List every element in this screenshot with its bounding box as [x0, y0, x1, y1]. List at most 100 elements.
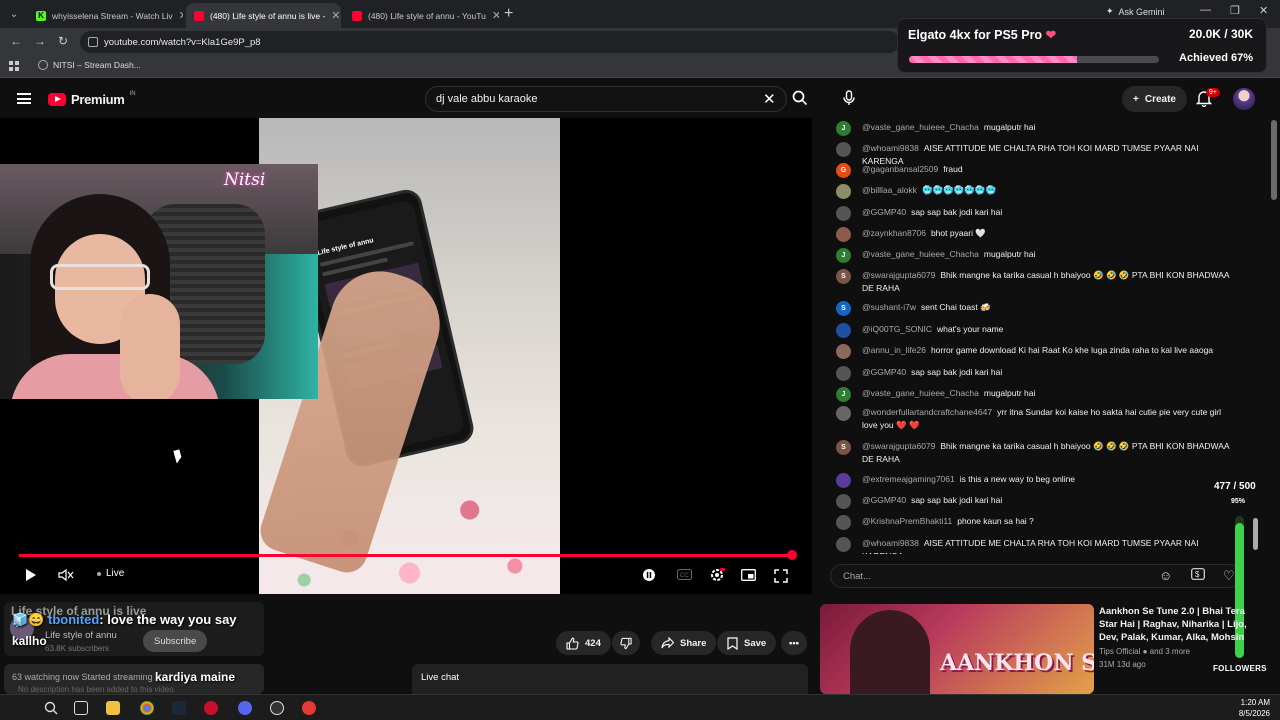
chat-username[interactable]: @vaste_gane_huieee_Chacha — [862, 122, 979, 132]
chat-username[interactable]: @GGMP40 — [862, 207, 906, 217]
url-field[interactable]: youtube.com/watch?v=Kla1Ge9P_p8 — [80, 31, 900, 53]
miniplayer-icon[interactable] — [741, 569, 756, 581]
chat-message[interactable]: @GGMP40 sap sap bak jodi kari hai — [836, 206, 1234, 221]
settings-gear-icon[interactable] — [709, 567, 725, 583]
chat-input[interactable]: Chat... — [830, 564, 1242, 588]
file-explorer-icon[interactable] — [106, 701, 120, 715]
chat-message[interactable]: S @swarajgupta6079 Bhik mangne ka tarika c… — [836, 440, 1234, 466]
microphone-icon[interactable] — [839, 88, 859, 108]
recommended-channel[interactable]: Tips Official ● and 3 more — [1099, 647, 1190, 656]
chat-avatar[interactable] — [836, 406, 851, 421]
reload-icon[interactable]: ↻ — [58, 34, 68, 48]
share-button[interactable]: Share — [651, 631, 717, 655]
search-input[interactable]: dj vale abbu karaoke — [425, 86, 787, 112]
close-tab-icon[interactable]: ✕ — [325, 9, 340, 22]
search-icon[interactable] — [44, 701, 58, 715]
like-button[interactable]: 424 — [556, 631, 611, 655]
chat-username[interactable]: @vaste_gane_huieee_Chacha — [862, 249, 979, 259]
chat-scroll-thumb[interactable] — [1253, 518, 1258, 550]
video-player[interactable]: Life style of annu Nitsi Live CC — [0, 118, 812, 594]
tab-search-button[interactable]: ⌄ — [4, 4, 24, 24]
chat-username[interactable]: @vaste_gane_huieee_Chacha — [862, 388, 979, 398]
channel-name[interactable]: Life style of annu — [45, 630, 117, 641]
save-button[interactable]: Save — [717, 631, 777, 655]
apps-grid-icon[interactable] — [9, 61, 19, 71]
subscribe-button[interactable]: Subscribe — [143, 630, 208, 652]
live-indicator[interactable]: Live — [97, 568, 124, 579]
chat-avatar[interactable] — [836, 227, 851, 242]
site-info-icon[interactable] — [88, 37, 98, 47]
tab-youtube-live[interactable]: (480) Life style of annu is live - ✕ — [186, 3, 341, 28]
chat-username[interactable]: @gaganbansal2509 — [862, 164, 938, 174]
chat-message-list[interactable]: J @vaste_gane_huieee_Chacha mugalputr hai @… — [820, 118, 1240, 554]
chat-username[interactable]: @zaynkhan8706 — [862, 228, 926, 238]
chat-message[interactable]: @wonderfullartandcraftchane4647 yrr itna … — [836, 406, 1234, 432]
dislike-button[interactable] — [612, 631, 640, 655]
tab-youtube-channel[interactable]: (480) Life style of annu - YouTu ✕ — [344, 3, 499, 28]
task-view-icon[interactable] — [74, 701, 88, 715]
chat-message[interactable]: @annu_in_life26 horror game download Ki h… — [836, 344, 1234, 359]
restore-icon[interactable]: ❐ — [1230, 4, 1240, 17]
chat-avatar[interactable] — [836, 323, 851, 338]
captions-icon[interactable]: CC — [677, 569, 692, 580]
minimize-icon[interactable]: — — [1200, 4, 1211, 16]
page-scrollbar[interactable] — [1271, 100, 1277, 690]
chat-message[interactable]: J @vaste_gane_huieee_Chacha mugalputr hai — [836, 121, 1234, 136]
chat-username[interactable]: @annu_in_life26 — [862, 345, 926, 355]
chat-username[interactable]: @KrishnaPremBhakti11 — [862, 516, 952, 526]
chat-message[interactable]: @GGMP40 sap sap bak jodi kari hai — [836, 366, 1234, 381]
youtube-logo[interactable]: Premium IN — [48, 91, 136, 107]
close-tab-icon[interactable]: ✕ — [173, 9, 183, 22]
clear-search-icon[interactable]: ✕ — [763, 90, 776, 108]
chat-avatar[interactable]: G — [836, 163, 851, 178]
back-icon[interactable]: ← — [10, 34, 22, 48]
heart-reaction-icon[interactable]: ♡ — [1223, 568, 1235, 584]
opera-icon[interactable] — [204, 701, 218, 715]
chat-avatar[interactable]: J — [836, 248, 851, 263]
chat-message[interactable]: S @swarajgupta6079 Bhik mangne ka tarika c… — [836, 269, 1234, 295]
chat-username[interactable]: @wonderfullartandcraftchane4647 — [862, 407, 992, 417]
chat-avatar[interactable] — [836, 184, 851, 199]
chat-username[interactable]: @swarajgupta6079 — [862, 270, 935, 280]
chat-avatar[interactable] — [836, 142, 851, 157]
chat-avatar[interactable]: J — [836, 121, 851, 136]
close-window-icon[interactable]: ✕ — [1259, 4, 1268, 17]
emoji-icon[interactable]: ☺ — [1159, 568, 1172, 583]
chat-message[interactable]: G @gaganbansal2509 fraud — [836, 163, 1234, 178]
chat-avatar[interactable]: S — [836, 301, 851, 316]
search-icon[interactable] — [792, 90, 808, 106]
mute-button[interactable] — [58, 568, 74, 582]
chat-avatar[interactable] — [836, 344, 851, 359]
steam-icon[interactable] — [172, 701, 186, 715]
page-scroll-thumb[interactable] — [1271, 120, 1277, 200]
chat-username[interactable]: @sushant-i7w — [862, 302, 916, 312]
create-button[interactable]: + Create — [1122, 86, 1187, 112]
chat-message[interactable]: @KrishnaPremBhakti11 phone kaun sa hai ? — [836, 515, 1234, 530]
chat-avatar[interactable]: J — [836, 387, 851, 402]
super-chat-icon[interactable]: $ — [1191, 568, 1205, 583]
account-avatar[interactable] — [1233, 88, 1255, 110]
new-tab-button[interactable]: + — [504, 5, 513, 23]
chat-message[interactable]: J @vaste_gane_huieee_Chacha mugalputr hai — [836, 248, 1234, 263]
chat-message[interactable]: @iQ00TG_SONIC what's your name — [836, 323, 1234, 338]
recommended-video-title[interactable]: Aankhon Se Tune 2.0 | Bhai Tera Star Hai… — [1099, 605, 1259, 644]
chat-avatar[interactable] — [836, 206, 851, 221]
progress-scrubber[interactable] — [787, 550, 797, 560]
close-tab-icon[interactable]: ✕ — [486, 9, 499, 22]
tab-kick-stream[interactable]: K whyisselena Stream - Watch Liv ✕ — [28, 3, 183, 28]
fullscreen-icon[interactable] — [774, 569, 788, 583]
chat-avatar[interactable] — [836, 494, 851, 509]
chat-avatar[interactable] — [836, 473, 851, 488]
chat-avatar[interactable]: S — [836, 269, 851, 284]
chat-username[interactable]: @extremeajgaming7061 — [862, 474, 955, 484]
ask-gemini-button[interactable]: ✦ Ask Gemini — [1106, 6, 1165, 17]
obs-icon[interactable] — [270, 701, 284, 715]
chat-message[interactable]: @extremeajgaming7061 is this a new way to… — [836, 473, 1234, 488]
chat-username[interactable]: @swarajgupta6079 — [862, 441, 935, 451]
more-actions-icon[interactable]: ••• — [781, 631, 807, 655]
chat-message[interactable]: @zaynkhan8706 bhot pyaari 🤍 — [836, 227, 1234, 242]
bookmark-nitsi[interactable]: NITSI – Stream Dash... — [38, 60, 141, 70]
recommended-video-thumbnail[interactable]: AANKHON SE TUNE 2.0 — [820, 604, 1094, 694]
chat-avatar[interactable] — [836, 537, 851, 552]
chat-message[interactable]: @billlaa_alokk 🥶🥶🥶🥶🥶🥶🥶 — [836, 184, 1234, 199]
